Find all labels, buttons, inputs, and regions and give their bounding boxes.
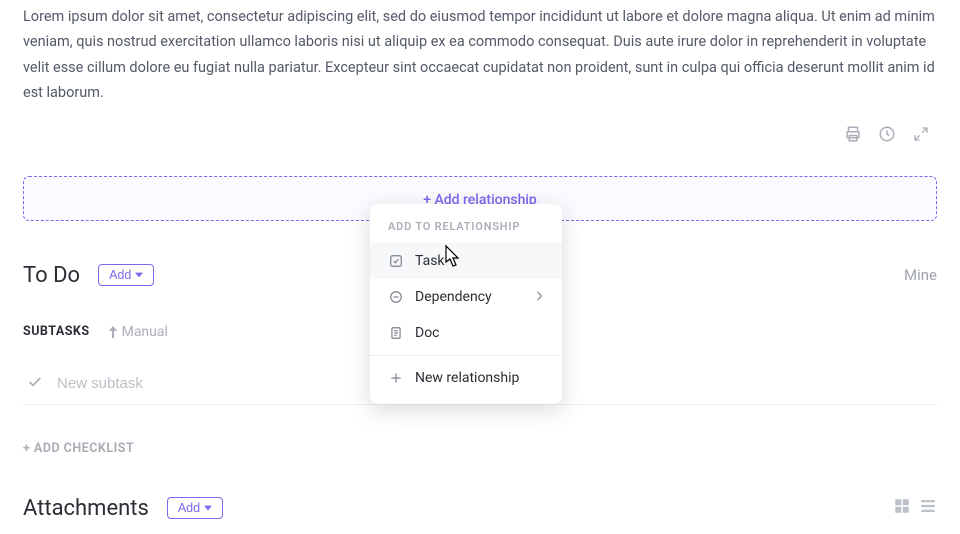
- dropdown-item-dependency-label: Dependency: [415, 289, 492, 305]
- chevron-down-icon: [135, 271, 143, 279]
- dropdown-divider: [370, 355, 562, 356]
- relationship-dropdown: ADD TO RELATIONSHIP Task Dependency Doc …: [370, 204, 562, 404]
- dropdown-item-task-label: Task: [415, 253, 445, 269]
- sort-manual-label: Manual: [122, 324, 168, 340]
- print-icon[interactable]: [843, 124, 863, 144]
- list-view-icon[interactable]: [919, 497, 937, 519]
- attachments-add-button[interactable]: Add: [167, 497, 223, 519]
- chevron-right-icon: [534, 289, 544, 305]
- attachments-add-label: Add: [178, 501, 200, 515]
- grid-view-icon[interactable]: [893, 497, 911, 519]
- expand-icon[interactable]: [911, 124, 931, 144]
- subtasks-heading: SUBTASKS: [23, 324, 90, 339]
- arrow-up-icon: [108, 326, 118, 338]
- check-icon: [27, 374, 43, 394]
- dropdown-item-dependency[interactable]: Dependency: [370, 279, 562, 315]
- dropdown-item-doc[interactable]: Doc: [370, 315, 562, 351]
- sort-manual[interactable]: Manual: [108, 324, 168, 340]
- dropdown-item-task[interactable]: Task: [370, 243, 562, 279]
- dropdown-item-new-relationship[interactable]: New relationship: [370, 360, 562, 396]
- dropdown-header: ADD TO RELATIONSHIP: [370, 212, 562, 243]
- attachments-section-title: Attachments: [23, 496, 149, 521]
- todo-add-label: Add: [109, 268, 131, 282]
- todo-add-button[interactable]: Add: [98, 264, 154, 286]
- task-icon: [388, 254, 403, 269]
- add-checklist-button[interactable]: + ADD CHECKLIST: [23, 441, 937, 456]
- dependency-icon: [388, 290, 403, 305]
- dropdown-item-doc-label: Doc: [415, 325, 440, 341]
- plus-icon: [388, 371, 403, 386]
- doc-icon: [388, 326, 403, 341]
- task-description: Lorem ipsum dolor sit amet, consectetur …: [23, 4, 937, 106]
- history-icon[interactable]: [877, 124, 897, 144]
- mine-filter[interactable]: Mine: [904, 266, 937, 284]
- chevron-down-icon: [204, 504, 212, 512]
- dropdown-item-new-relationship-label: New relationship: [415, 370, 519, 386]
- todo-section-title: To Do: [23, 263, 80, 288]
